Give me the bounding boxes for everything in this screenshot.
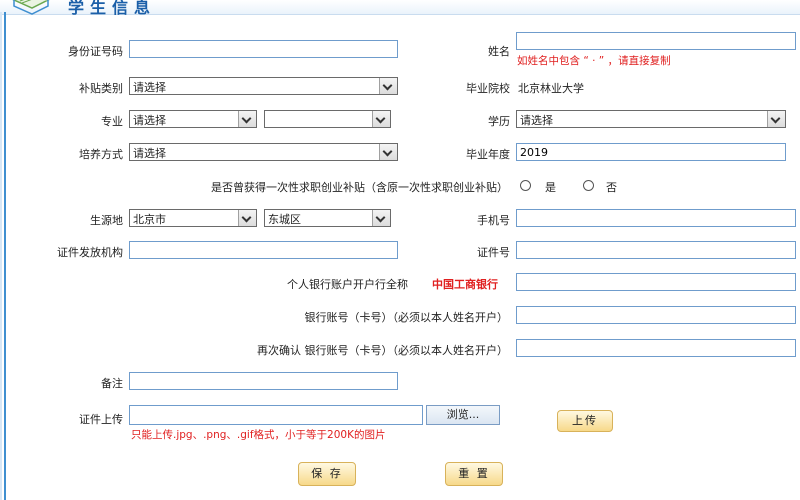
chevron-down-icon[interactable] bbox=[238, 210, 256, 226]
bank-account-label: 银行账号（卡号）（必须以本人姓名开户） bbox=[304, 311, 509, 324]
grad-year-input[interactable] bbox=[516, 143, 786, 161]
bank-name-value: 中国工商银行 bbox=[432, 278, 498, 291]
training-mode-label: 培养方式 bbox=[79, 148, 123, 161]
subsidy-type-label: 补贴类别 bbox=[79, 82, 123, 95]
remark-input[interactable] bbox=[129, 372, 398, 390]
chevron-down-icon[interactable] bbox=[372, 210, 390, 226]
issuer-label: 证件发放机构 bbox=[57, 246, 123, 259]
save-button[interactable]: 保 存 bbox=[298, 462, 356, 486]
phone-input[interactable] bbox=[516, 209, 796, 227]
id-number-label: 身份证号码 bbox=[68, 45, 123, 58]
chevron-down-icon[interactable] bbox=[767, 111, 785, 127]
bank-account-confirm-label: 再次确认 银行账号（卡号）（必须以本人姓名开户） bbox=[257, 344, 508, 357]
origin-district-value: 东城区 bbox=[268, 213, 301, 226]
reset-button[interactable]: 重 置 bbox=[445, 462, 503, 486]
origin-province-value: 北京市 bbox=[133, 213, 166, 226]
training-mode-value: 请选择 bbox=[133, 147, 166, 160]
bank-name-input[interactable] bbox=[516, 273, 796, 291]
prior-subsidy-yes-radio[interactable] bbox=[520, 180, 531, 191]
prior-subsidy-label: 是否曾获得一次性求职创业补贴（含原一次性求职创业补贴） bbox=[211, 181, 508, 194]
subsidy-type-value: 请选择 bbox=[133, 81, 166, 94]
name-hint: 如姓名中包含 “ · ” ，请直接复制 bbox=[517, 55, 671, 67]
grad-year-label: 毕业年度 bbox=[466, 148, 510, 161]
remark-label: 备注 bbox=[101, 377, 123, 390]
origin-district-select[interactable]: 东城区 bbox=[264, 209, 391, 227]
student-info-page: 学生信息 身份证号码 姓名 如姓名中包含 “ · ” ，请直接复制 补贴类别 请… bbox=[0, 0, 800, 500]
upload-button[interactable]: 上传 bbox=[557, 410, 613, 432]
bank-name-label: 个人银行账户开户行全称 bbox=[287, 278, 408, 291]
doc-number-label: 证件号 bbox=[477, 246, 510, 259]
document-icon bbox=[12, 0, 50, 15]
chevron-down-icon[interactable] bbox=[238, 111, 256, 127]
browse-button[interactable]: 浏览... bbox=[426, 405, 500, 425]
subsidy-type-select[interactable]: 请选择 bbox=[129, 77, 398, 95]
id-number-input[interactable] bbox=[129, 40, 398, 58]
chevron-down-icon[interactable] bbox=[379, 78, 397, 94]
school-value: 北京林业大学 bbox=[518, 82, 584, 95]
bank-account-confirm-input[interactable] bbox=[516, 339, 796, 357]
training-mode-select[interactable]: 请选择 bbox=[129, 143, 398, 161]
left-border bbox=[4, 12, 6, 500]
prior-subsidy-yes-label: 是 bbox=[545, 181, 556, 194]
name-input[interactable] bbox=[516, 32, 796, 50]
prior-subsidy-no-radio[interactable] bbox=[583, 180, 594, 191]
education-label: 学历 bbox=[488, 115, 510, 128]
major-label: 专业 bbox=[101, 115, 123, 128]
education-value: 请选择 bbox=[520, 114, 553, 127]
phone-label: 手机号 bbox=[477, 214, 510, 227]
origin-province-select[interactable]: 北京市 bbox=[129, 209, 257, 227]
upload-file-input[interactable] bbox=[129, 405, 423, 425]
major-sub-select[interactable] bbox=[264, 110, 391, 128]
doc-number-input[interactable] bbox=[516, 241, 796, 259]
prior-subsidy-no-label: 否 bbox=[606, 181, 617, 194]
page-title: 学生信息 bbox=[68, 0, 157, 17]
chevron-down-icon[interactable] bbox=[379, 144, 397, 160]
major-select[interactable]: 请选择 bbox=[129, 110, 257, 128]
school-label: 毕业院校 bbox=[466, 82, 510, 95]
education-select[interactable]: 请选择 bbox=[516, 110, 786, 128]
major-value: 请选择 bbox=[133, 114, 166, 127]
name-label: 姓名 bbox=[488, 45, 510, 58]
bank-account-input[interactable] bbox=[516, 306, 796, 324]
chevron-down-icon[interactable] bbox=[372, 111, 390, 127]
upload-hint: 只能上传.jpg、.png、.gif格式，小于等于200K的图片 bbox=[131, 429, 386, 441]
left-border-light bbox=[0, 12, 2, 500]
origin-label: 生源地 bbox=[90, 214, 123, 227]
upload-label: 证件上传 bbox=[79, 413, 123, 426]
issuer-input[interactable] bbox=[129, 241, 398, 259]
